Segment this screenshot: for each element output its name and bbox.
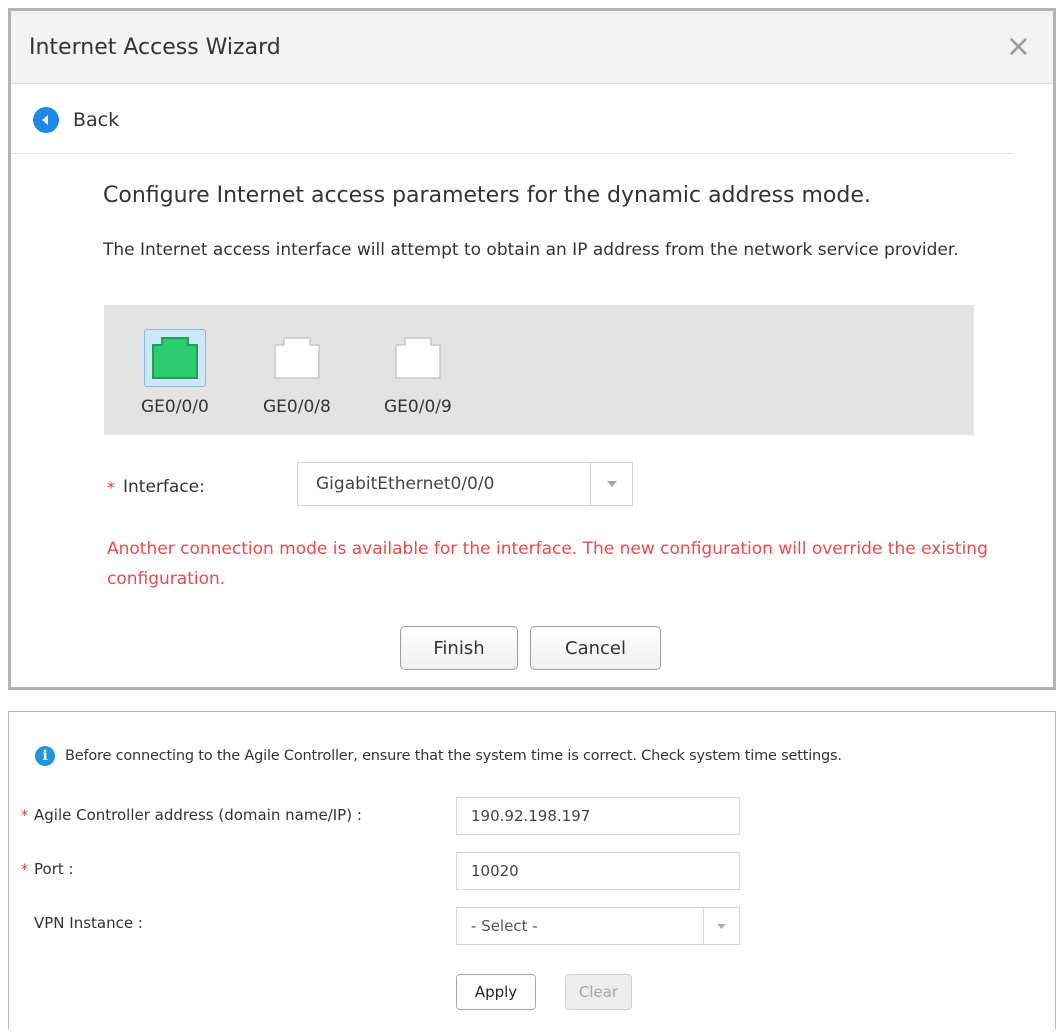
override-warning: Another connection mode is available for… (107, 539, 988, 589)
chevron-down-icon[interactable] (590, 463, 632, 505)
chevron-down-icon[interactable] (703, 908, 739, 944)
port-label: GE0/0/0 (141, 397, 209, 417)
back-button[interactable]: Back (33, 107, 119, 133)
ethernet-port-icon[interactable] (387, 329, 449, 387)
address-label: Agile Controller address (domain name/IP… (34, 806, 362, 824)
close-icon[interactable]: × (1006, 32, 1031, 62)
port-field-label: * Port : (21, 860, 74, 878)
clear-button[interactable]: Clear (565, 974, 632, 1010)
back-label[interactable]: Back (73, 109, 119, 131)
apply-button[interactable]: Apply (456, 974, 536, 1010)
address-field-label: * Agile Controller address (domain name/I… (21, 806, 362, 824)
required-marker: * (21, 862, 28, 878)
ethernet-port-icon[interactable] (143, 329, 206, 387)
interface-select-value[interactable]: GigabitEthernet0/0/0 (298, 474, 590, 494)
port-input[interactable]: 10020 (456, 852, 740, 890)
info-banner: i Before connecting to the Agile Control… (35, 746, 842, 766)
port-label: GE0/0/8 (263, 397, 331, 417)
cancel-button[interactable]: Cancel (530, 626, 661, 670)
back-circle-icon[interactable] (33, 107, 59, 133)
required-marker: * (21, 808, 28, 824)
ethernet-port-icon[interactable] (266, 329, 328, 387)
finish-button[interactable]: Finish (400, 626, 518, 670)
info-icon: i (35, 746, 55, 766)
vpn-instance-select[interactable]: - Select - (456, 907, 740, 945)
dialog-title: Internet Access Wizard (29, 34, 281, 60)
required-marker: * (107, 477, 115, 497)
wizard-heading: Configure Internet access parameters for… (103, 183, 871, 208)
port-label: GE0/0/9 (384, 397, 452, 417)
port-label: Port : (34, 860, 74, 878)
info-text: Before connecting to the Agile Controlle… (65, 748, 842, 764)
agile-controller-panel: i Before connecting to the Agile Control… (8, 711, 1056, 1029)
wizard-description: The Internet access interface will attem… (103, 240, 959, 260)
port-ge0-0-8[interactable]: GE0/0/8 (263, 329, 331, 417)
internet-access-wizard-dialog: Internet Access Wizard × Back Configure … (8, 8, 1056, 690)
port-ge0-0-0[interactable]: GE0/0/0 (141, 329, 209, 417)
port-panel: GE0/0/0 GE0/0/8 GE0/0/9 (104, 305, 974, 435)
address-input[interactable]: 190.92.198.197 (456, 797, 740, 835)
vpn-field-label: VPN Instance : (34, 914, 143, 932)
interface-label: Interface: (123, 477, 205, 497)
vpn-select-value[interactable]: - Select - (457, 917, 703, 935)
port-ge0-0-9[interactable]: GE0/0/9 (384, 329, 452, 417)
dialog-header: Internet Access Wizard × (11, 11, 1053, 84)
vpn-label: VPN Instance : (34, 914, 143, 932)
interface-field-label: * Interface: (107, 477, 205, 497)
interface-select[interactable]: GigabitEthernet0/0/0 (297, 462, 633, 506)
divider (11, 153, 1013, 154)
